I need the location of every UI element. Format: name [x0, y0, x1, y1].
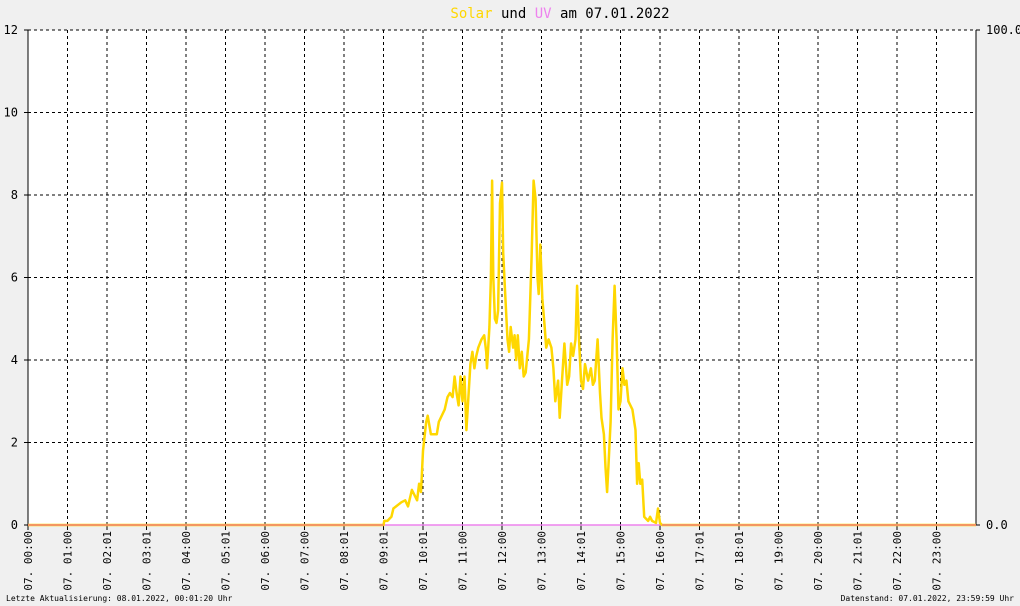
- x-tick-label: 07. 13:00: [536, 531, 549, 591]
- y-axis-left: 0 2 4 6 8 10 12: [4, 23, 28, 532]
- x-tick-label: 07. 18:01: [733, 531, 746, 591]
- footer-data-status: Datenstand: 07.01.2022, 23:59:59 Uhr: [841, 594, 1015, 603]
- solar-uv-chart: Solar und UV am 07.01.2022 0 2 4 6 8 10 12 0.0…: [4, 6, 1020, 603]
- x-axis: 07. 00:00 07. 01:00 07. 02:01 07. 03:01 07. …: [22, 525, 944, 591]
- chart-title: Solar und UV am 07.01.2022: [450, 6, 669, 22]
- x-tick-label: 07. 04:00: [180, 531, 193, 591]
- footer-last-update: Letzte Aktualisierung: 08.01.2022, 00:01…: [6, 594, 233, 603]
- x-tick-label: 07. 12:00: [496, 531, 509, 591]
- x-tick-label: 07. 07:00: [299, 531, 312, 591]
- y-axis-right: 0.0 100.0: [976, 23, 1020, 532]
- title-solar: Solar: [450, 6, 492, 22]
- y-tick-label-left: 10: [4, 106, 18, 120]
- x-tick-label: 07. 05:01: [220, 531, 233, 591]
- y-tick-label-left: 6: [11, 271, 18, 285]
- x-tick-label: 07. 21:01: [852, 531, 865, 591]
- y-tick-label-right: 100.0: [986, 23, 1020, 37]
- x-tick-label: 07. 02:01: [101, 531, 114, 591]
- x-tick-label: 07. 19:00: [773, 531, 786, 591]
- x-tick-label: 07. 11:00: [457, 531, 470, 591]
- y-tick-label-left: 8: [11, 188, 18, 202]
- title-date: am 07.01.2022: [560, 6, 670, 22]
- x-tick-label: 07. 06:00: [259, 531, 272, 591]
- x-tick-label: 07. 16:00: [654, 531, 667, 591]
- x-tick-label: 07. 03:01: [141, 531, 154, 591]
- y-tick-label-right: 0.0: [986, 518, 1008, 532]
- x-tick-label: 07. 09:01: [378, 531, 391, 591]
- x-tick-label: 07. 15:00: [615, 531, 628, 591]
- x-tick-label: 07. 20:00: [812, 531, 825, 591]
- x-tick-label: 07. 14:01: [575, 531, 588, 591]
- y-tick-label-left: 0: [11, 518, 18, 532]
- y-tick-label-left: 2: [11, 436, 18, 450]
- title-uv: UV: [535, 6, 552, 22]
- x-tick-label: 07. 22:00: [891, 531, 904, 591]
- x-tick-label: 07. 10:01: [417, 531, 430, 591]
- x-tick-label: 07. 23:00: [931, 531, 944, 591]
- y-tick-label-left: 12: [4, 23, 18, 37]
- x-tick-label: 07. 17:01: [694, 531, 707, 591]
- x-tick-label: 07. 01:00: [62, 531, 75, 591]
- y-tick-label-left: 4: [11, 353, 18, 367]
- x-tick-label: 07. 00:00: [22, 531, 35, 591]
- title-und: und: [501, 6, 526, 22]
- x-tick-label: 07. 08:01: [338, 531, 351, 591]
